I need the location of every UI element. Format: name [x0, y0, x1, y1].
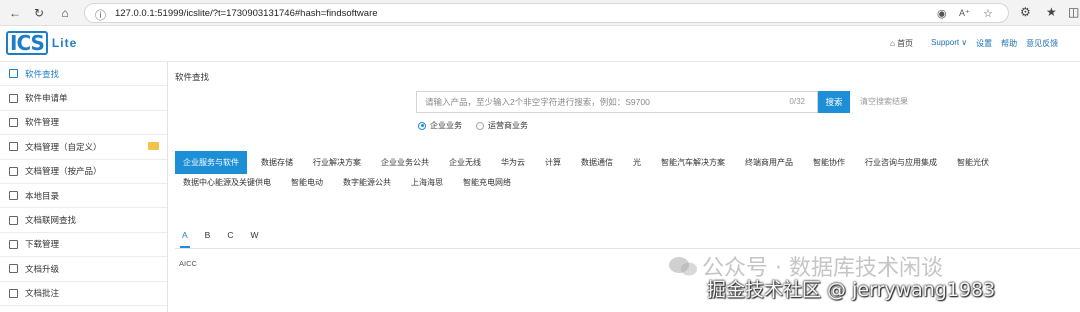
search-input[interactable] — [417, 92, 777, 112]
category-tab[interactable]: 智能汽车解决方案 — [661, 157, 725, 168]
edit-doc-icon — [9, 142, 18, 152]
top-nav: ⌂ 首页 Support ∨ 设置 帮助 意见反馈 — [890, 38, 1067, 49]
carrier-radio[interactable] — [476, 121, 484, 130]
sidebar-item-software-management[interactable]: 软件管理 — [0, 111, 167, 136]
upgrade-icon — [9, 264, 18, 274]
category-tab[interactable]: 行业咨询与应用集成 — [865, 157, 937, 168]
letter-tab-a[interactable]: A — [180, 230, 190, 248]
sidebar: 软件查找 软件申请单 软件管理 文档管理（自定义） 文档管理（按产品） 本地目录… — [0, 62, 168, 312]
category-tab[interactable]: 华为云 — [501, 157, 525, 168]
edit-icon — [9, 93, 18, 103]
sidebar-item-online-doc-search[interactable]: 文档联网查找 — [0, 208, 167, 233]
edit-doc-icon — [9, 166, 18, 176]
page-title: 软件查找 — [175, 72, 210, 82]
read-aloud-icon[interactable]: A⁺ — [959, 8, 970, 19]
browser-toolbar: ← ↻ ⌂ ⓘ 127.0.0.1:51999/icslite/?t=17309… — [0, 0, 1080, 26]
sidebar-item-doc-management-custom[interactable]: 文档管理（自定义） — [0, 135, 167, 160]
home-icon[interactable]: ⌂ — [56, 4, 74, 22]
search-field[interactable]: 0/32 — [416, 91, 818, 113]
list-icon — [9, 191, 18, 201]
app-header: ICS Lite ⌂ 首页 Support ∨ 设置 帮助 意见反馈 — [0, 26, 1080, 62]
sidebar-item-doc-annotation[interactable]: 文档批注 — [0, 282, 167, 306]
category-tab[interactable]: 智能光伏 — [957, 157, 989, 168]
search-doc-icon — [9, 215, 18, 225]
category-row: 企业服务与软件 数据存储 行业解决方案 企业业务公共 企业无线 华为云 计算 数… — [175, 151, 1009, 174]
support-menu[interactable]: Support ∨ — [931, 38, 967, 49]
folder-icon[interactable] — [148, 142, 159, 151]
tab-divider — [175, 248, 1080, 249]
sidebar-item-doc-management-product[interactable]: 文档管理（按产品） — [0, 160, 167, 184]
category-tab[interactable]: 数字能源公共 — [343, 177, 391, 188]
sidebar-item-local-directory[interactable]: 本地目录 — [0, 184, 167, 209]
help-link[interactable]: 帮助 — [1001, 38, 1017, 49]
category-tab[interactable]: 智能电动 — [291, 177, 323, 188]
wechat-icon — [669, 257, 697, 276]
enterprise-radio-label[interactable]: 企业业务 — [430, 120, 462, 131]
comment-icon — [9, 288, 18, 298]
address-bar[interactable]: ⓘ 127.0.0.1:51999/icslite/?t=17309031317… — [84, 3, 1009, 23]
extension-icon[interactable]: ⚙ — [1020, 5, 1031, 19]
business-type-radio-group: 企业业务 运营商业务 — [418, 120, 542, 131]
grid-icon — [9, 117, 18, 127]
category-tab[interactable]: 终端商用产品 — [745, 157, 793, 168]
watermark-line-2: 掘金技术社区 @ jerrywang1983 — [707, 279, 996, 301]
category-tab[interactable]: 企业无线 — [449, 157, 481, 168]
category-tab[interactable]: 智能协作 — [813, 157, 845, 168]
sidebar-item-doc-upgrade[interactable]: 文档升级 — [0, 257, 167, 282]
translate-icon[interactable]: ◉ — [937, 7, 947, 20]
letter-tab-b[interactable]: B — [205, 230, 211, 248]
back-icon[interactable]: ← — [6, 4, 24, 22]
letter-tabs: A B C W — [180, 230, 276, 248]
letter-tab-w[interactable]: W — [250, 230, 258, 248]
category-tab[interactable]: 计算 — [545, 157, 561, 168]
char-counter: 0/32 — [789, 97, 805, 106]
category-tab[interactable]: 智能充电网络 — [463, 177, 511, 188]
category-tab[interactable]: 企业业务公共 — [381, 157, 429, 168]
category-tab[interactable]: 数据存储 — [261, 157, 293, 168]
sidebar-item-download-management[interactable]: 下载管理 — [0, 233, 167, 258]
logo-mark: ICS — [6, 31, 48, 55]
category-tab[interactable]: 行业解决方案 — [313, 157, 361, 168]
carrier-radio-label[interactable]: 运营商业务 — [488, 120, 528, 131]
logo-text: Lite — [51, 36, 78, 50]
enterprise-radio[interactable] — [418, 121, 426, 130]
category-tab[interactable]: 企业服务与软件 — [175, 151, 247, 174]
clear-results-link[interactable]: 清空搜索结果 — [860, 96, 908, 107]
info-icon[interactable]: ⓘ — [95, 7, 106, 23]
favorites-icon[interactable]: ★ — [1046, 5, 1057, 19]
search-button[interactable]: 搜索 — [818, 91, 850, 113]
home-link[interactable]: ⌂ 首页 — [890, 38, 922, 49]
favorite-star-icon[interactable]: ☆ — [983, 7, 993, 20]
letter-tab-c[interactable]: C — [227, 230, 233, 248]
category-tab[interactable]: 上海海思 — [411, 177, 443, 188]
sidebar-item-software-search[interactable]: 软件查找 — [0, 62, 167, 87]
category-tab[interactable]: 光 — [633, 157, 641, 168]
settings-link[interactable]: 设置 — [976, 38, 992, 49]
download-icon — [9, 239, 18, 249]
refresh-icon[interactable]: ↻ — [30, 4, 48, 22]
search-doc-icon — [9, 69, 18, 79]
collections-icon[interactable]: ◫ — [1068, 5, 1079, 19]
category-tab[interactable]: 数据通信 — [581, 157, 613, 168]
url-text: 127.0.0.1:51999/icslite/?t=1730903131746… — [115, 8, 378, 19]
category-row: 数据中心能源及关键供电 智能电动 数字能源公共 上海海思 智能充电网络 — [183, 177, 531, 188]
category-tab[interactable]: 数据中心能源及关键供电 — [183, 177, 271, 188]
logo[interactable]: ICS Lite — [6, 31, 77, 55]
result-item[interactable]: AICC — [179, 259, 197, 268]
feedback-link[interactable]: 意见反馈 — [1026, 38, 1058, 49]
sidebar-item-software-request[interactable]: 软件申请单 — [0, 86, 167, 111]
